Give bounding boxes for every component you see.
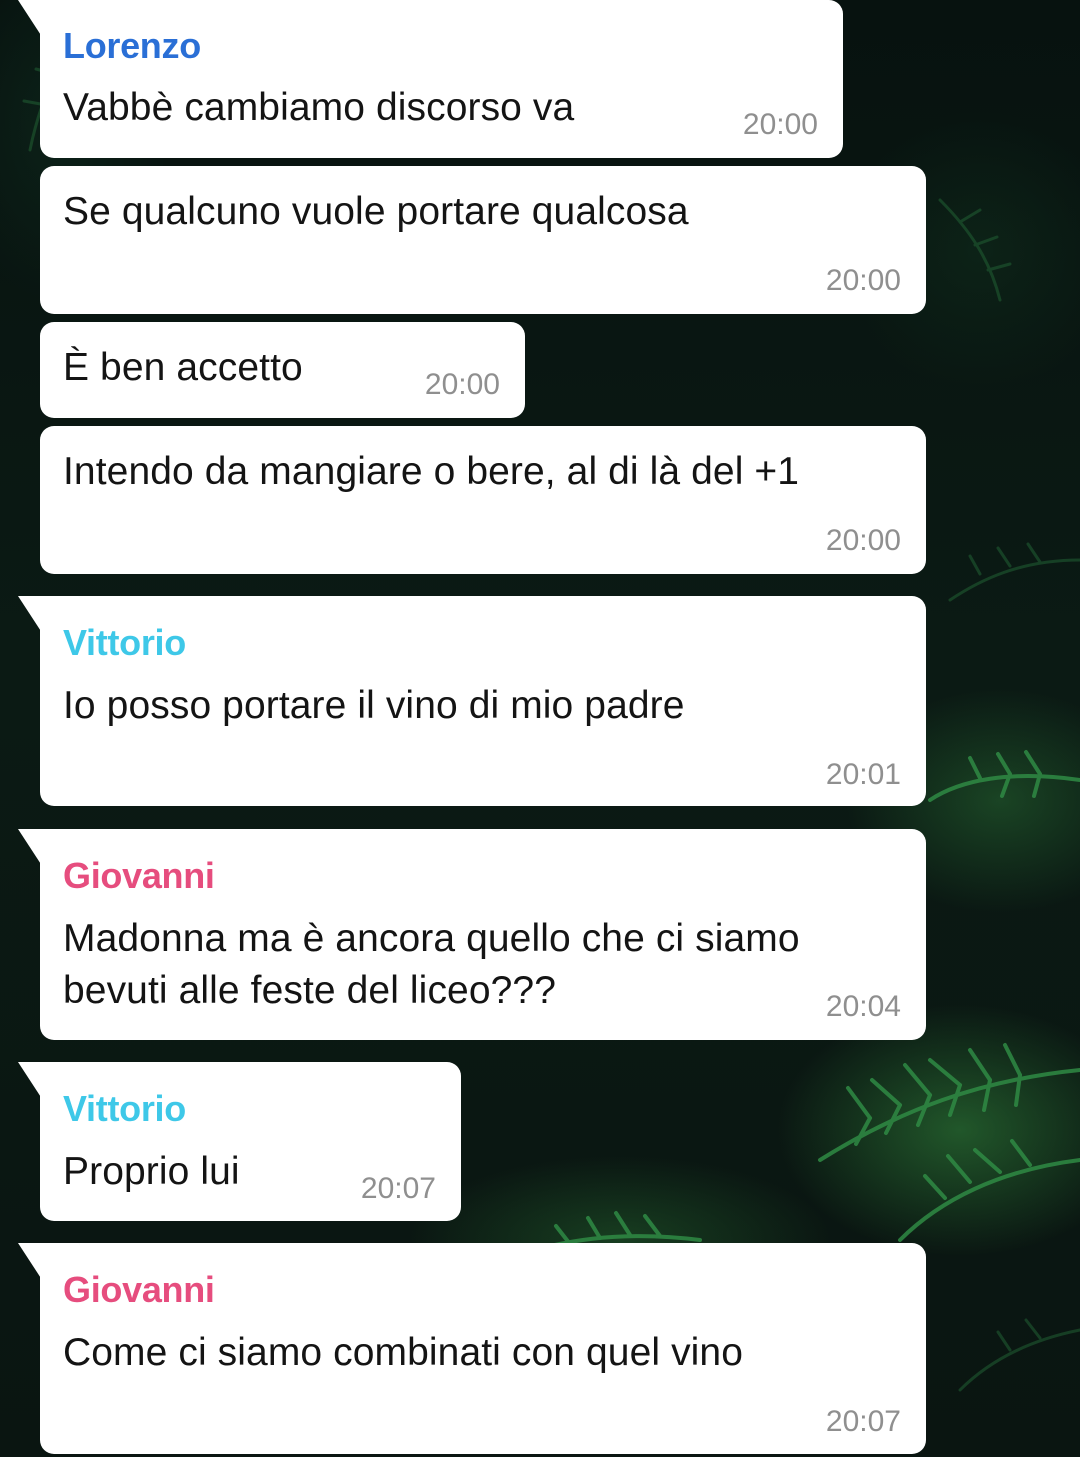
sender-name[interactable]: Giovanni bbox=[63, 1269, 215, 1311]
message-bubble[interactable]: È ben accetto 20:00 bbox=[40, 322, 525, 418]
sender-name[interactable]: Lorenzo bbox=[63, 25, 201, 67]
message-timestamp: 20:07 bbox=[825, 1405, 901, 1438]
message-text: Se qualcuno vuole portare qualcosa bbox=[63, 190, 689, 233]
message-timestamp: 20:07 bbox=[360, 1172, 436, 1205]
message-text: Io posso portare il vino di mio padre bbox=[63, 684, 685, 727]
message-text: Come ci siamo combinati con quel vino bbox=[63, 1331, 744, 1374]
message-timestamp: 20:00 bbox=[825, 524, 901, 557]
message-bubble[interactable]: Giovanni Madonna ma è ancora quello che … bbox=[18, 829, 926, 1040]
message-text: Intendo da mangiare o bere, al di là del… bbox=[63, 450, 800, 493]
message-text: Vabbè cambiamo discorso va bbox=[63, 86, 575, 129]
sender-name[interactable]: Giovanni bbox=[63, 855, 215, 897]
message-bubble[interactable]: Giovanni Come ci siamo combinati con que… bbox=[18, 1243, 926, 1454]
sender-name[interactable]: Vittorio bbox=[63, 622, 186, 664]
message-bubble[interactable]: Vittorio Io posso portare il vino di mio… bbox=[18, 596, 926, 806]
message-timestamp: 20:00 bbox=[825, 264, 901, 297]
message-text: Madonna ma è ancora quello che ci siamo … bbox=[63, 917, 800, 1012]
message-bubble[interactable]: Vittorio Proprio lui 20:07 bbox=[18, 1062, 461, 1221]
message-timestamp: 20:00 bbox=[424, 368, 500, 401]
message-bubble[interactable]: Intendo da mangiare o bere, al di là del… bbox=[40, 426, 926, 574]
message-timestamp: 20:00 bbox=[742, 108, 818, 141]
message-bubble[interactable]: Se qualcuno vuole portare qualcosa 20:00 bbox=[40, 166, 926, 314]
message-bubble[interactable]: Lorenzo Vabbè cambiamo discorso va 20:00 bbox=[18, 0, 843, 158]
message-timestamp: 20:01 bbox=[825, 758, 901, 791]
message-timestamp: 20:04 bbox=[825, 990, 901, 1023]
sender-name[interactable]: Vittorio bbox=[63, 1088, 186, 1130]
